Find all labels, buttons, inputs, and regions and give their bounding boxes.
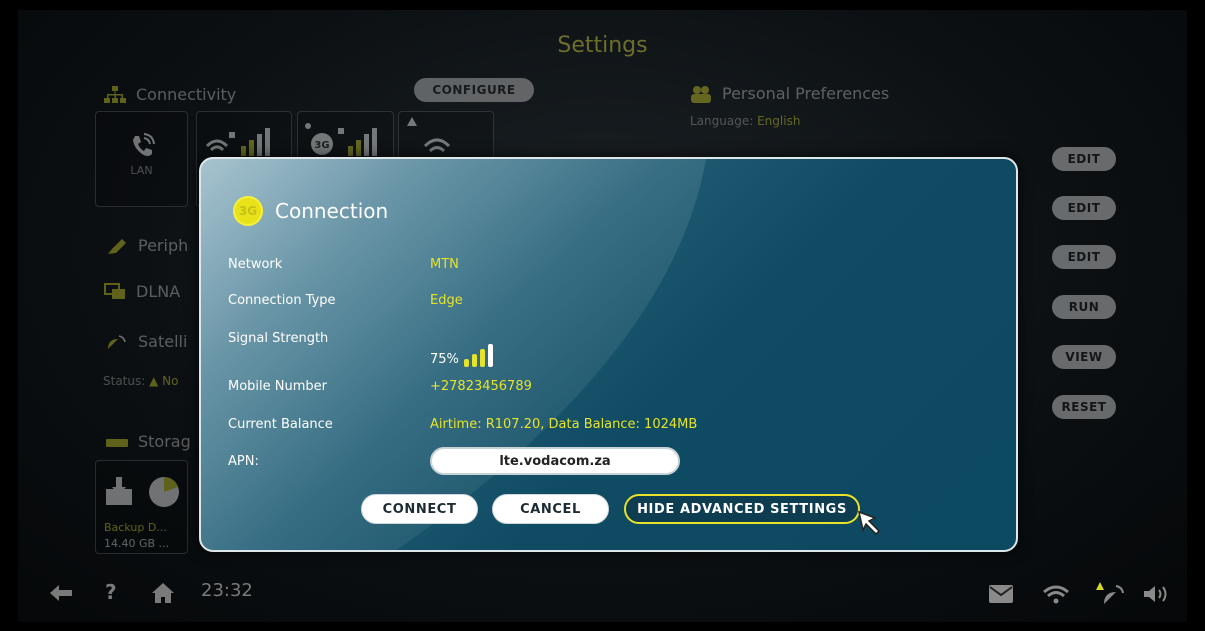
edit-button-1[interactable]: EDIT [1052,147,1116,171]
signal-bars-icon [463,344,493,367]
dialog-title: Connection [275,199,389,223]
phone-icon [133,133,155,156]
back-arrow-icon[interactable] [50,585,72,601]
language-value: English [757,114,801,128]
page-title: Settings [557,33,648,58]
signal-bar [487,344,493,367]
pen-icon [108,238,126,254]
language-line: Language: English [690,114,800,128]
peripherals-heading: Periph [106,236,188,255]
lan-tile[interactable]: LAN [95,111,188,207]
personal-preferences-label: Personal Preferences [722,84,890,103]
mobile-number-label: Mobile Number [228,379,327,394]
satellite-dish-icon [108,334,126,349]
configure-button[interactable]: CONFIGURE [414,78,534,102]
home-icon[interactable] [152,583,174,603]
storage-tile[interactable]: Backup D... 14.40 GB ... [95,460,188,554]
cursor-arrow-icon [857,510,881,536]
network-label: Network [228,257,283,272]
status-label: Status: [103,374,146,388]
wifi-icon[interactable] [1043,584,1069,604]
satellite-heading: Satelli [106,332,187,351]
apn-label: APN: [228,454,259,469]
current-balance-label: Current Balance [228,417,333,432]
hard-drive-icon [106,438,128,447]
satellite-warning-icon[interactable] [1094,580,1126,606]
dialog-header: 3G Connection [233,196,388,226]
settings-screen: Settings Connectivity CONFIGURE LAN 3G P… [0,0,1205,631]
frame-left [0,0,18,631]
mail-icon[interactable] [989,585,1013,603]
wifi-warning-icon [407,117,451,153]
current-balance-value: Airtime: R107.20, Data Balance: 1024MB [430,417,698,432]
dlna-heading: DLNA [104,282,180,301]
run-button[interactable]: RUN [1052,295,1116,319]
backup-icon [106,477,179,507]
clock: 23:32 [201,580,253,601]
signal-percent: 75% [430,352,459,367]
peripherals-label: Periph [138,236,189,255]
signal-bar [463,359,469,367]
personal-preferences-heading: Personal Preferences [690,84,889,103]
connection-type-value: Edge [430,293,463,308]
dlna-icon [104,282,125,299]
storage-name: Backup D... [104,521,167,534]
language-label: Language: [690,114,754,128]
signal-bar [479,349,485,367]
3g-badge-icon: 3G [233,196,263,226]
network-icon [104,85,126,103]
storage-size: 14.40 GB ... [104,537,170,550]
status-value: No [162,374,179,388]
volume-icon[interactable] [1144,585,1170,603]
lan-label: LAN [130,164,153,177]
mobile-number-value: +27823456789 [430,379,532,394]
people-icon [691,85,711,103]
view-button[interactable]: VIEW [1052,345,1116,369]
storage-heading: Storag [106,432,191,451]
storage-label: Storag [138,432,191,451]
mobile-3g-signal-icon: 3G [305,123,377,156]
frame-top [0,0,1205,10]
signal-bar [471,354,477,367]
apn-input[interactable] [430,447,680,475]
satellite-label: Satelli [138,332,188,351]
network-value: MTN [430,257,459,272]
warning-icon: ▲ [149,374,159,388]
wifi-signal-icon [205,128,270,156]
frame-bottom [0,622,1205,631]
frame-right [1187,0,1205,631]
signal-strength-value: 75% [430,343,498,367]
reset-button[interactable]: RESET [1052,395,1116,419]
connection-type-label: Connection Type [228,293,336,308]
help-icon[interactable]: ? [105,580,117,604]
hide-advanced-settings-button[interactable]: HIDE ADVANCED SETTINGS [624,494,860,524]
signal-strength-label: Signal Strength [228,331,329,346]
dlna-label: DLNA [136,282,181,301]
cancel-button[interactable]: CANCEL [492,494,609,524]
svg-text:3G: 3G [314,140,329,151]
connect-button[interactable]: CONNECT [361,494,478,524]
satellite-status-line: Status: ▲ No [103,374,179,388]
connection-dialog: 3G Connection Network MTN Connection Typ… [199,157,1018,552]
edit-button-2[interactable]: EDIT [1052,196,1116,220]
connectivity-heading: Connectivity [104,85,236,104]
edit-button-3[interactable]: EDIT [1052,245,1116,269]
connectivity-label: Connectivity [136,85,237,104]
